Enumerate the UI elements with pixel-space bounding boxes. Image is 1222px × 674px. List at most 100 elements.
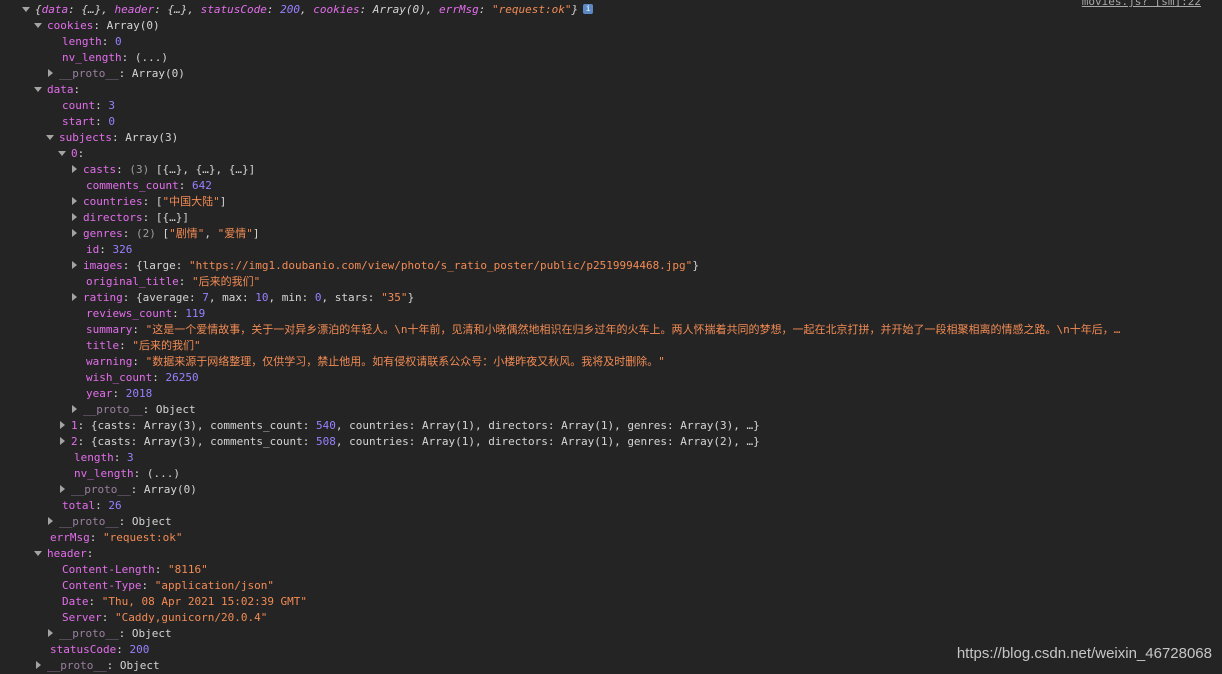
tree-row[interactable]: __proto__: Array(0) <box>58 482 197 498</box>
tree-row: original_title: "后来的我们" <box>70 274 260 290</box>
property-value: "application/json" <box>154 579 274 592</box>
property-value: : Object <box>118 515 172 528</box>
property-key: header <box>114 3 155 16</box>
property-value: : Array(0) <box>118 67 185 80</box>
tree-row[interactable]: directors: [{…}] <box>70 210 189 226</box>
tree-row: id: 326 <box>70 242 132 258</box>
property-key: __proto__ <box>47 659 107 672</box>
tree-row[interactable]: genres: (2) ["剧情", "爱情"] <box>70 226 260 242</box>
property-value: : <box>132 323 146 336</box>
property-value: : <box>119 339 133 352</box>
expand-triangle-icon[interactable] <box>72 261 77 269</box>
property-key: cookies <box>47 19 94 32</box>
expand-triangle-icon[interactable] <box>60 485 65 493</box>
expand-triangle-icon[interactable] <box>60 437 65 445</box>
property-key: original_title <box>86 275 179 288</box>
property-value: : {casts: Array(3), comments_count: <box>77 435 317 448</box>
property-value: : <box>116 163 130 176</box>
property-value: , <box>204 227 218 240</box>
expand-triangle-icon[interactable] <box>72 197 77 205</box>
tree-row[interactable]: 1: {casts: Array(3), comments_count: 540… <box>58 418 760 434</box>
tree-row[interactable]: images: {large: "https://img1.doubanio.c… <box>70 258 699 274</box>
collapse-triangle-icon[interactable] <box>58 150 66 156</box>
expand-triangle-icon[interactable] <box>48 517 53 525</box>
collapse-triangle-icon[interactable] <box>46 134 54 140</box>
property-value: [{…}, {…}, {…}] <box>149 163 256 176</box>
property-key: genres <box>83 227 123 240</box>
property-value: , min: <box>268 291 315 304</box>
property-key: year <box>86 387 113 400</box>
property-value: : Object <box>106 659 160 672</box>
tree-row: nv_length: (...) <box>58 466 180 482</box>
collapse-triangle-icon[interactable] <box>34 550 42 556</box>
tree-row: title: "后来的我们" <box>70 338 201 354</box>
property-value: 200 <box>129 643 150 656</box>
property-value: { <box>35 3 42 16</box>
property-key: nv_length <box>74 467 134 480</box>
collapse-triangle-icon[interactable] <box>34 86 42 92</box>
property-key: cookies <box>313 3 360 16</box>
expand-triangle-icon[interactable] <box>48 69 53 77</box>
expand-triangle-icon[interactable] <box>72 405 77 413</box>
tree-row[interactable]: 0: <box>58 146 84 162</box>
property-value: : [ <box>142 195 163 208</box>
property-value: : Array(0), <box>359 3 440 16</box>
tree-row[interactable]: __proto__: Object <box>34 658 160 674</box>
expand-triangle-icon[interactable] <box>72 229 77 237</box>
property-key: reviews_count <box>86 307 173 320</box>
expand-triangle-icon[interactable] <box>36 661 41 669</box>
property-value: : <box>116 643 130 656</box>
property-key: statusCode <box>50 643 117 656</box>
tree-row[interactable]: __proto__: Object <box>46 626 172 642</box>
property-key: subjects <box>59 131 112 144</box>
property-value: : <box>154 563 168 576</box>
property-value: "剧情" <box>169 227 205 240</box>
property-value: 26 <box>108 499 122 512</box>
tree-row[interactable]: __proto__: Object <box>70 402 196 418</box>
tree-row[interactable]: cookies: Array(0) <box>34 18 160 34</box>
tree-row[interactable]: subjects: Array(3) <box>46 130 178 146</box>
source-file-link[interactable]: movies.js? [sm]:22 <box>1082 0 1201 8</box>
property-key: 1 <box>71 419 78 432</box>
expand-triangle-icon[interactable] <box>48 629 53 637</box>
property-value: "8116" <box>167 563 208 576</box>
property-value: "数据来源于网络整理，仅供学习，禁止他用。如有侵权请联系公众号：小楼昨夜又秋风。… <box>145 355 665 368</box>
property-key: length <box>62 35 102 48</box>
tree-row[interactable]: __proto__: Object <box>46 514 172 530</box>
property-value: : <box>95 499 109 512</box>
tree-row[interactable]: casts: (3) [{…}, {…}, {…}] <box>70 162 255 178</box>
expand-triangle-icon[interactable] <box>72 165 77 173</box>
property-value: "request:ok" <box>492 3 572 16</box>
tree-row[interactable]: header: <box>34 546 93 562</box>
property-value: : <box>101 35 115 48</box>
property-value: 540 <box>316 419 336 432</box>
tree-row[interactable]: 2: {casts: Array(3), comments_count: 508… <box>58 434 760 450</box>
collapse-triangle-icon[interactable] <box>22 6 30 12</box>
tree-row[interactable]: countries: ["中国大陆"] <box>70 194 226 210</box>
property-value: "这是一个爱情故事，关于一对异乡漂泊的年轻人。\n十年前，见清和小晓偶然地相识在… <box>145 323 1121 336</box>
info-icon[interactable]: i <box>583 4 594 14</box>
property-key: data <box>41 3 69 16</box>
watermark: https://blog.csdn.net/weixin_46728068 <box>956 645 1212 662</box>
property-value: 10 <box>255 291 269 304</box>
property-value: : <box>95 99 109 112</box>
expand-triangle-icon[interactable] <box>60 421 65 429</box>
collapse-triangle-icon[interactable] <box>34 22 42 28</box>
property-value: 200 <box>280 3 300 16</box>
property-value: } <box>407 291 415 304</box>
expand-triangle-icon[interactable] <box>72 213 77 221</box>
expand-triangle-icon[interactable] <box>72 293 77 301</box>
tree-row[interactable]: data: <box>34 82 80 98</box>
property-key: __proto__ <box>59 627 119 640</box>
tree-row: warning: "数据来源于网络整理，仅供学习，禁止他用。如有侵权请联系公众号… <box>70 354 665 370</box>
property-key: images <box>83 259 123 272</box>
tree-row[interactable]: {data: {…}, header: {…}, statusCode: 200… <box>22 2 594 18</box>
property-value: 3 <box>127 451 134 464</box>
property-value: : {casts: Array(3), comments_count: <box>77 419 317 432</box>
property-value: : <box>113 451 127 464</box>
property-key: errMsg <box>439 3 479 16</box>
property-value: : <box>478 3 493 16</box>
property-key: directors <box>83 211 143 224</box>
tree-row[interactable]: rating: {average: 7, max: 10, min: 0, st… <box>70 290 414 306</box>
tree-row[interactable]: __proto__: Array(0) <box>46 66 185 82</box>
